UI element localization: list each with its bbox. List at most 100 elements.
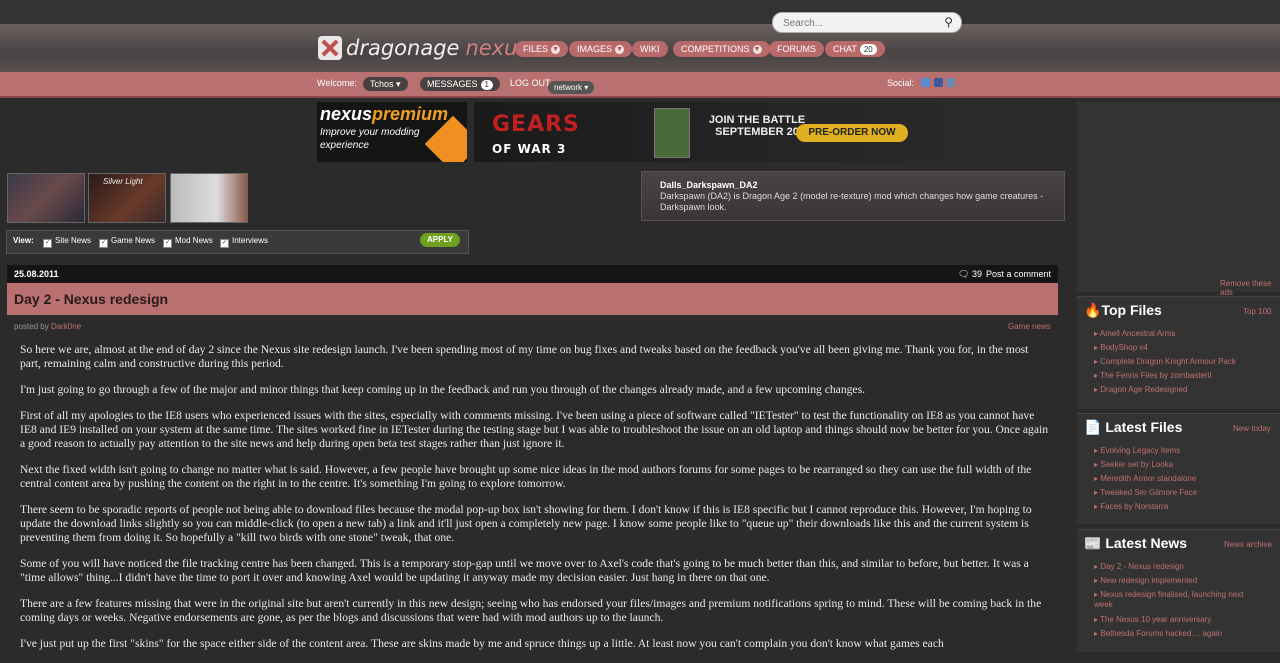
sidebar-item-label: BodyShop v4 bbox=[1100, 343, 1148, 352]
sidebar-item-label: Seeker set by Looka bbox=[1100, 460, 1174, 469]
network-label: network bbox=[554, 83, 583, 92]
nav-competitions[interactable]: COMPETITIONS ▼ bbox=[673, 41, 770, 57]
sidebar-item[interactable]: ▸ Seeker set by Looka bbox=[1094, 460, 1173, 470]
sidebar-item[interactable]: ▸ Dragon Age Redesigned bbox=[1094, 385, 1187, 395]
thumbnail-1[interactable] bbox=[7, 173, 85, 223]
sidebar-item-label: Amell Ancestral Arms bbox=[1099, 329, 1176, 338]
premium-banner[interactable]: nexuspremium Improve your modding experi… bbox=[317, 102, 467, 162]
sidebar-item-label: Bethesda Forums hacked.... again bbox=[1100, 629, 1223, 638]
author-link[interactable]: Dark0ne bbox=[51, 322, 81, 331]
sidebar-item[interactable]: ▸ The Fenris Files by zombasteril bbox=[1094, 371, 1211, 381]
facebook-icon[interactable] bbox=[934, 78, 943, 87]
filter-label: Game News bbox=[111, 236, 156, 245]
chat-count-badge: 20 bbox=[859, 44, 877, 56]
site-logo[interactable]: dragonage nexus bbox=[318, 34, 528, 62]
sidebar-item[interactable]: ▸ BodyShop v4 bbox=[1094, 343, 1148, 353]
sidebar-item-label: The Nexus 10 year anniversary bbox=[1100, 615, 1212, 624]
article-paragraph: I'm just going to go through a few of th… bbox=[20, 383, 865, 396]
rss-icon[interactable] bbox=[946, 78, 955, 87]
sidebar-item[interactable]: ▸ Bethesda Forums hacked.... again bbox=[1094, 629, 1222, 639]
filter-label: Mod News bbox=[175, 236, 213, 245]
filter-game-news[interactable]: ✓ Game News bbox=[99, 236, 155, 248]
nav-files-label: FILES bbox=[523, 44, 549, 54]
checkbox-icon[interactable]: ✓ bbox=[43, 239, 52, 248]
nav-wiki[interactable]: WIKI bbox=[632, 41, 668, 57]
sidebar-item[interactable]: ▸ The Nexus 10 year anniversary bbox=[1094, 615, 1211, 625]
filter-site-news[interactable]: ✓ Site News bbox=[43, 236, 91, 248]
premium-title: nexuspremium bbox=[320, 104, 448, 125]
sidebar-item[interactable]: ▸ Faces by Norstarra bbox=[1094, 502, 1168, 512]
checkbox-icon[interactable]: ✓ bbox=[220, 239, 229, 248]
comment-count-value: 39 bbox=[971, 269, 982, 279]
sidebar-ad-space bbox=[1077, 102, 1280, 292]
nav-forums-label: FORUMS bbox=[777, 44, 816, 54]
logout-link[interactable]: LOG OUT bbox=[510, 78, 551, 88]
checkbox-icon[interactable]: ✓ bbox=[99, 239, 108, 248]
chevron-down-icon: ▾ bbox=[396, 79, 401, 89]
sidebar-item[interactable]: ▸ Day 2 - Nexus redesign bbox=[1094, 562, 1184, 572]
post-comment-link[interactable]: Post a comment bbox=[986, 269, 1051, 279]
ad-logo-sub: OF WAR 3 bbox=[492, 142, 567, 156]
thumbnail-3[interactable] bbox=[170, 173, 248, 223]
latest-news-heading: 📰 Latest News bbox=[1084, 535, 1187, 552]
search-icon[interactable]: ⚲ bbox=[944, 15, 953, 29]
search-input[interactable] bbox=[781, 14, 935, 33]
sidebar-item-label: New redesign implemented bbox=[1100, 576, 1198, 585]
article-meta-bar bbox=[7, 265, 1058, 283]
logo-icon bbox=[318, 36, 342, 60]
article-category[interactable]: Game news bbox=[1008, 322, 1051, 331]
new-today-link[interactable]: New today bbox=[1233, 424, 1271, 433]
featured-description: Darkspawn (DA2) is Dragon Age 2 (model r… bbox=[660, 191, 1044, 212]
sidebar-item-label: The Fenris Files by zombasteril bbox=[1100, 371, 1212, 380]
premium-title-b: premium bbox=[372, 104, 449, 124]
user-menu[interactable]: Tchos ▾ bbox=[363, 77, 408, 91]
featured-file[interactable]: Dalls_Darkspawn_DA2 Darkspawn (DA2) is D… bbox=[641, 171, 1065, 221]
social-label: Social: bbox=[887, 78, 915, 88]
latest-files-heading: 📄 Latest Files bbox=[1084, 419, 1182, 436]
top-files-heading: 🔥Top Files bbox=[1084, 302, 1162, 319]
top-100-link[interactable]: Top 100 bbox=[1243, 307, 1271, 316]
news-archive-link[interactable]: News archive bbox=[1224, 540, 1272, 549]
sidebar-item[interactable]: ▸ Amell Ancestral Arms bbox=[1094, 329, 1175, 339]
preorder-button[interactable]: PRE-ORDER NOW bbox=[796, 124, 908, 142]
sidebar-item-label: Complete Dragon Knight Armour Pack bbox=[1100, 357, 1236, 366]
nav-chat[interactable]: CHAT 20 bbox=[825, 41, 885, 57]
sidebar-item-label: Evolving Legacy Items bbox=[1100, 446, 1181, 455]
apply-button[interactable]: APPLY bbox=[420, 233, 460, 247]
article-paragraph: Some of you will have noticed the file t… bbox=[20, 557, 1029, 584]
sidebar-item[interactable]: ▸ New redesign implemented bbox=[1094, 576, 1197, 586]
filter-label: Site News bbox=[55, 236, 92, 245]
messages-label: MESSAGES bbox=[427, 79, 478, 89]
sidebar-item[interactable]: ▸ Complete Dragon Knight Armour Pack bbox=[1094, 357, 1236, 367]
filter-label: Interviews bbox=[232, 236, 269, 245]
article-byline: posted by Dark0ne bbox=[14, 322, 81, 331]
user-bar bbox=[0, 72, 1280, 98]
thumbnail-2[interactable]: Silver Light bbox=[88, 173, 166, 223]
remove-ads-link[interactable]: Remove these ads bbox=[1220, 279, 1280, 297]
article-paragraph: There are a few features missing that we… bbox=[20, 597, 1042, 624]
twitter-icon[interactable] bbox=[921, 78, 930, 87]
checkbox-icon[interactable]: ✓ bbox=[163, 239, 172, 248]
messages-button[interactable]: MESSAGES 1 bbox=[420, 77, 500, 91]
filter-mod-news[interactable]: ✓ Mod News bbox=[163, 236, 213, 248]
featured-title: Dalls_Darkspawn_DA2 bbox=[660, 180, 758, 190]
fire-icon: 🔥 bbox=[1084, 302, 1102, 318]
gears-of-war-ad[interactable]: GEARS OF WAR 3 JOIN THE BATTLE SEPTEMBER … bbox=[474, 102, 964, 162]
nav-files[interactable]: FILES ▼ bbox=[515, 41, 569, 57]
network-menu[interactable]: network ▾ bbox=[548, 81, 595, 94]
search-box[interactable]: ⚲ bbox=[772, 12, 962, 33]
nav-forums[interactable]: FORUMS bbox=[769, 41, 824, 57]
game-box-image bbox=[654, 108, 690, 158]
nav-images[interactable]: IMAGES ▼ bbox=[569, 41, 633, 57]
news-icon: 📰 bbox=[1084, 535, 1102, 551]
sidebar-item[interactable]: ▸ Evolving Legacy Items bbox=[1094, 446, 1180, 456]
article-paragraph: First of all my apologies to the IE8 use… bbox=[20, 409, 1049, 450]
sidebar-item[interactable]: ▸ Tweaked Ser Gilmore Face bbox=[1094, 488, 1197, 498]
sidebar-item[interactable]: ▸ Meredith Armor standalone bbox=[1094, 474, 1196, 484]
sidebar-item-label: Nexus redesign finalised, launching next… bbox=[1094, 590, 1244, 609]
article-paragraph: There seem to be sporadic reports of peo… bbox=[20, 503, 1032, 544]
filter-interviews[interactable]: ✓ Interviews bbox=[220, 236, 268, 248]
comment-count[interactable]: 🗨 39 bbox=[958, 269, 982, 280]
sidebar-item[interactable]: ▸ Nexus redesign finalised, launching ne… bbox=[1094, 590, 1264, 610]
article-title[interactable]: Day 2 - Nexus redesign bbox=[14, 291, 168, 307]
